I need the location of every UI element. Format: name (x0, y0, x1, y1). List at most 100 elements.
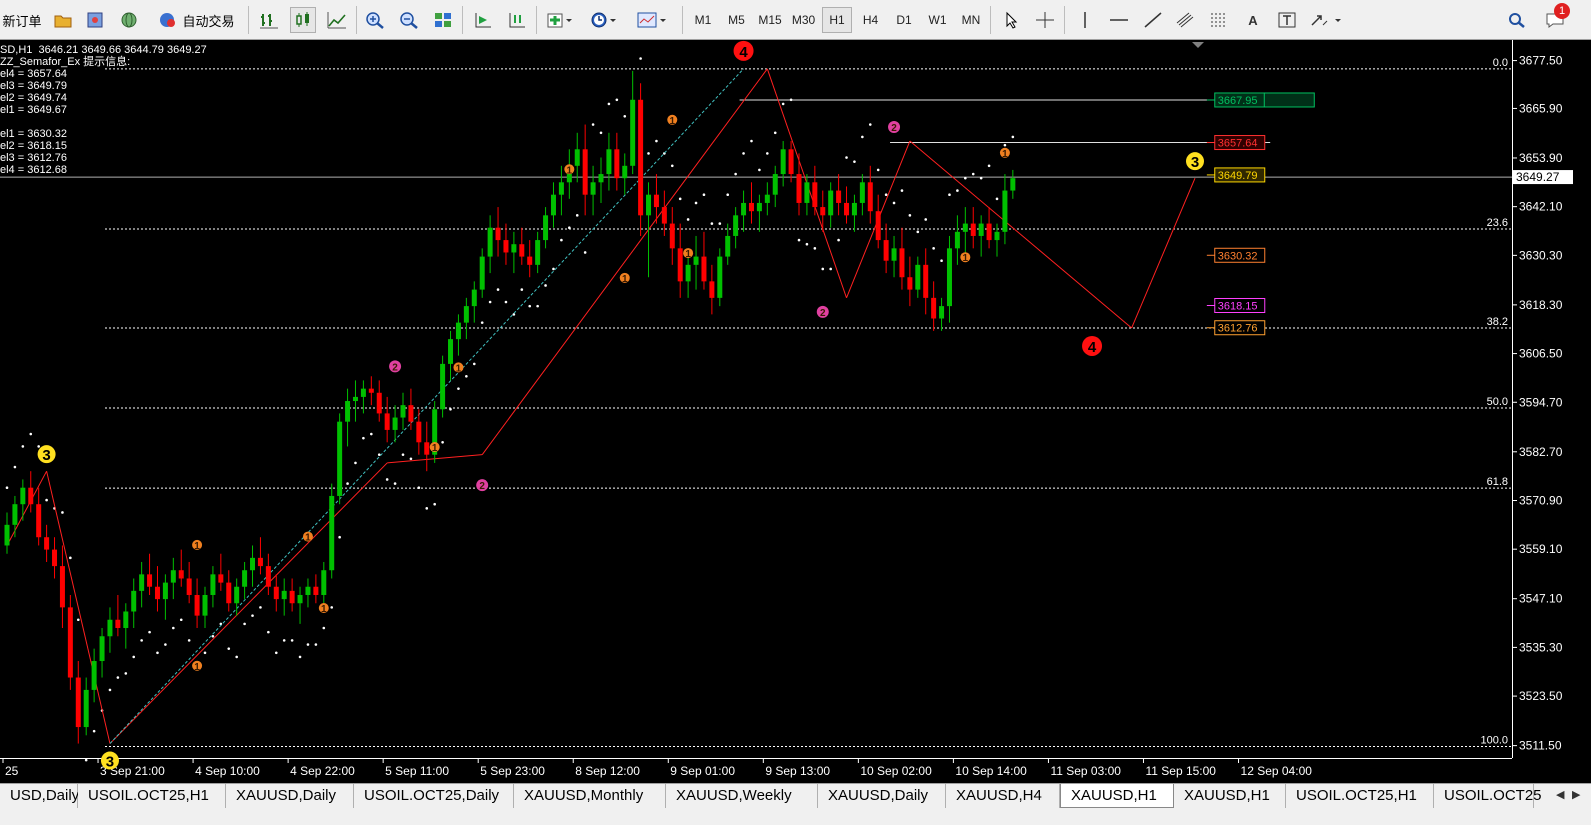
search-button[interactable] (1504, 7, 1530, 33)
candle-body (685, 264, 691, 282)
candle-body (804, 182, 810, 203)
semafor-signal-number: 1 (456, 363, 462, 374)
indicators-dropdown[interactable] (542, 7, 578, 33)
sar-dot (734, 172, 737, 176)
level-bottom-1: el1 = 3630.32 (0, 128, 67, 140)
candle-body (1002, 190, 1008, 232)
text-label-tool-button[interactable] (1274, 7, 1300, 33)
tabs-scroll-left-button[interactable]: ◀ (1556, 788, 1564, 801)
zoom-in-button[interactable] (362, 7, 388, 33)
timeframe-d1-button[interactable]: D1 (889, 7, 919, 33)
timeframe-m5-button[interactable]: M5 (722, 7, 752, 33)
new-order-button[interactable]: 新订单 (0, 7, 44, 33)
candlestick-button[interactable] (290, 7, 316, 33)
horizontal-line-tool-button[interactable] (1106, 7, 1132, 33)
fibonacci-tool-button[interactable] (1206, 7, 1232, 33)
channel-tool-button[interactable] (1172, 7, 1198, 33)
timeframe-m1-button[interactable]: M1 (688, 7, 718, 33)
candle-body (693, 256, 699, 265)
candle-body (733, 215, 739, 236)
chart-tab[interactable]: XAUUSD,Monthly (514, 784, 666, 808)
sar-dot (472, 362, 476, 366)
candle-body (131, 590, 137, 612)
price-chart-window[interactable]: 3677.50 3665.90 3653.90 3642.10 3630.30 3618.… (0, 40, 1591, 783)
templates-dropdown[interactable] (632, 7, 672, 33)
chart-tab[interactable]: XAUUSD,H1 (1060, 784, 1174, 808)
candle-body (313, 586, 319, 595)
candle-body (527, 256, 533, 265)
trend-channel-line (109, 68, 744, 744)
chart-tab[interactable]: XAUUSD,H1 (1174, 784, 1286, 808)
sar-dot (900, 189, 904, 192)
notifications-button[interactable]: 1 (1536, 3, 1576, 33)
sar-dot (568, 226, 571, 230)
chart-tab[interactable]: USOIL.OCT25,H1 (78, 784, 226, 808)
navigator-button[interactable] (116, 7, 142, 33)
chart-tab[interactable]: XAUUSD,Daily (818, 784, 946, 808)
trendline-tool-button[interactable] (1140, 7, 1166, 33)
time-tick-label: 5 Sep 23:00 (480, 764, 545, 778)
market-watch-button[interactable] (82, 7, 108, 33)
chart-tab[interactable]: XAUUSD,Daily (226, 784, 354, 808)
indicators-icon (547, 13, 572, 28)
cursor-tool-button[interactable] (998, 7, 1024, 33)
timeframe-m15-button[interactable]: M15 (755, 7, 785, 33)
candle-body (265, 566, 271, 587)
candle-body (598, 174, 604, 183)
chart-tab[interactable]: XAUUSD,Weekly (666, 784, 818, 808)
sar-dot (314, 643, 318, 646)
sar-dot (449, 407, 452, 411)
candle-body (20, 487, 26, 505)
timeframe-h1-button[interactable]: H1 (822, 7, 852, 33)
auto-scroll-button[interactable] (470, 7, 496, 33)
candle-body (321, 570, 327, 595)
auto-trading-button[interactable]: 自动交易 (150, 7, 242, 33)
bar-chart-button[interactable] (256, 7, 282, 33)
chart-shift-button[interactable] (504, 7, 530, 33)
sar-dot (61, 511, 64, 514)
text-tool-button[interactable]: A (1240, 7, 1266, 33)
candle-body (234, 586, 240, 604)
candle-body (606, 149, 612, 175)
sar-dot (956, 189, 959, 192)
timeframe-m30-button[interactable]: M30 (789, 7, 819, 33)
line-chart-button[interactable] (324, 7, 350, 33)
sar-dot (84, 758, 88, 762)
chart-tab[interactable]: USOIL.OCT25,Daily (354, 784, 514, 808)
candle-body (218, 574, 224, 583)
zoom-out-button[interactable] (396, 7, 422, 33)
tabs-scroll-right-button[interactable]: ▶ (1572, 788, 1580, 801)
sar-dot (322, 626, 326, 630)
sar-dot (488, 300, 492, 304)
chart-shift-icon (509, 13, 525, 28)
candle-body (970, 223, 976, 236)
timeframe-mn-button[interactable]: MN (956, 7, 986, 33)
chart-tab[interactable]: USOIL.OCT25 (1434, 784, 1542, 808)
candle-body (107, 619, 113, 637)
timeframe-h4-button[interactable]: H4 (856, 7, 886, 33)
candle-body (194, 594, 200, 616)
arrows-dropdown[interactable] (1306, 7, 1346, 33)
candle-body (44, 537, 50, 550)
candle-body (123, 611, 129, 629)
candle-body (376, 392, 382, 414)
semafor-signal-number: 1 (963, 253, 969, 264)
candle-body (717, 256, 723, 298)
periods-dropdown[interactable] (586, 7, 622, 33)
sar-dot (971, 172, 975, 176)
tile-windows-button[interactable] (430, 7, 456, 33)
timeframe-w1-button[interactable]: W1 (923, 7, 953, 33)
vertical-line-tool-button[interactable] (1072, 7, 1098, 33)
chart-tab[interactable]: XAUUSD,H4 (946, 784, 1060, 808)
history-center-button[interactable] (50, 7, 76, 33)
chart-tab[interactable]: USD,Daily (0, 784, 79, 808)
sar-dot (465, 374, 468, 378)
candle-body (67, 607, 73, 678)
arrows-icon (1311, 15, 1341, 26)
candle-body (653, 194, 659, 208)
chart-tab[interactable]: USOIL.OCT25,H1 (1286, 784, 1434, 808)
crosshair-tool-button[interactable] (1032, 7, 1058, 33)
candle-body (59, 566, 65, 608)
candle-body (495, 227, 501, 241)
candlestick-chart[interactable]: 3677.50 3665.90 3653.90 3642.10 3630.30 3618.… (0, 40, 1591, 783)
